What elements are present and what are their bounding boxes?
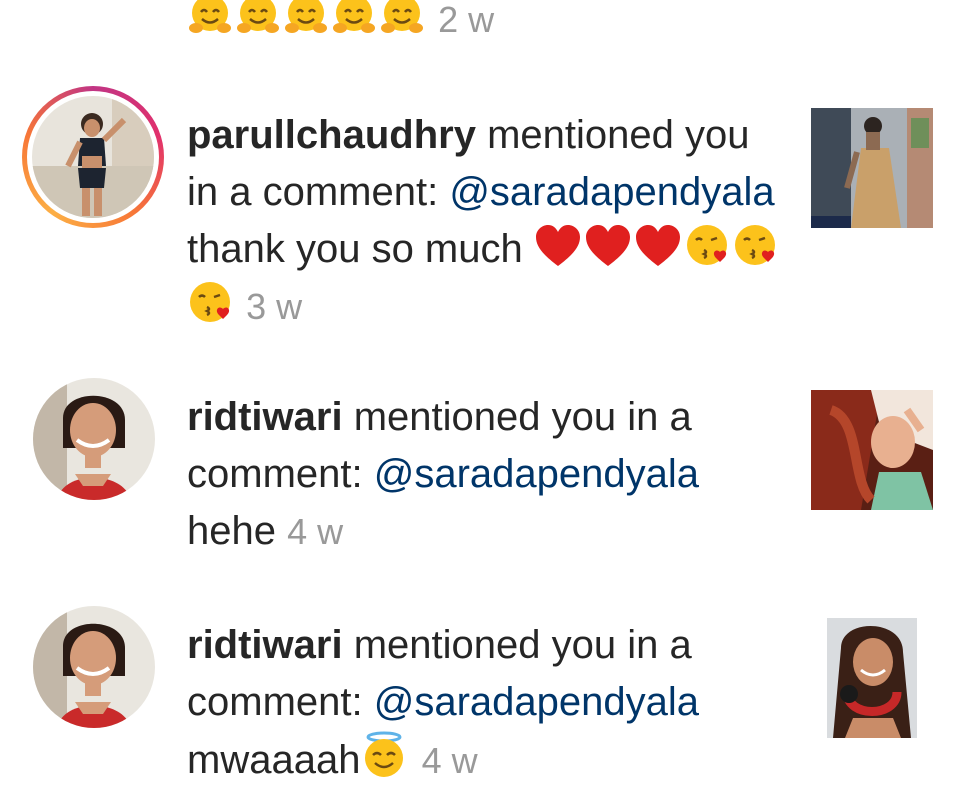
avatar-photo [33, 606, 155, 728]
mention-link[interactable]: @saradapendyala [374, 452, 699, 496]
red-heart-icon [584, 224, 632, 268]
smiling-face-with-halo-icon [360, 731, 408, 779]
activity-text: ridtiwari mentioned you in a comment: @s… [187, 617, 787, 789]
activity-text: parullchaudhry mentioned you in a commen… [187, 107, 787, 335]
timestamp: 4 w [287, 511, 344, 552]
red-heart-icon [534, 224, 582, 268]
comment-text: thank you so much [187, 227, 534, 271]
hugging-face-icon [187, 0, 233, 38]
hugging-face-icon [331, 0, 377, 38]
avatar[interactable] [33, 606, 155, 728]
avatar-photo [32, 96, 154, 218]
post-thumbnail[interactable] [827, 618, 917, 738]
avatar-photo [33, 378, 155, 500]
timestamp: 2 w [438, 0, 495, 40]
mention-link[interactable]: @saradapendyala [449, 170, 774, 214]
avatar[interactable] [33, 378, 155, 500]
username[interactable]: ridtiwari [187, 623, 343, 667]
kissing-face-icon [684, 222, 730, 268]
activity-feed: 2 w parullchaudhry mentioned you in a co… [0, 0, 958, 800]
post-thumbnail[interactable] [811, 108, 933, 228]
avatar[interactable] [22, 86, 164, 228]
comment-text: hehe [187, 509, 288, 553]
red-heart-icon [634, 224, 682, 268]
post-thumbnail-image [827, 618, 917, 738]
timestamp: 3 w [246, 286, 303, 327]
post-thumbnail[interactable] [811, 390, 933, 510]
activity-text: ridtiwari mentioned you in a comment: @s… [187, 389, 787, 560]
hugging-face-icon [379, 0, 425, 38]
post-thumbnail-image [811, 108, 933, 228]
timestamp: 4 w [421, 740, 478, 781]
mention-link[interactable]: @saradapendyala [374, 680, 699, 724]
username[interactable]: ridtiwari [187, 395, 343, 439]
activity-item-partial[interactable]: 2 w [187, 0, 494, 45]
comment-text: mwaaaah [187, 738, 361, 782]
kissing-face-icon [732, 222, 778, 268]
post-thumbnail-image [811, 390, 933, 510]
hugging-face-icon [235, 0, 281, 38]
kissing-face-icon [187, 279, 233, 325]
hugging-face-icon [283, 0, 329, 38]
username[interactable]: parullchaudhry [187, 113, 476, 157]
